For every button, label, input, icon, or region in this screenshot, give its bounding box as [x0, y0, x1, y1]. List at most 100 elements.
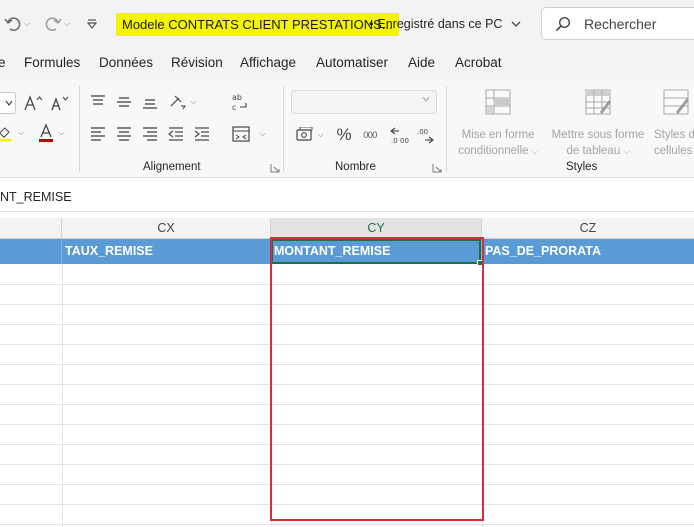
search-icon — [555, 16, 571, 32]
chevron-down-icon: ⌵ — [17, 128, 24, 137]
spreadsheet-grid: CX CY CZ TAUX_REMISE MONTANT_REMISE PAS_… — [0, 218, 694, 527]
decrease-font-icon — [51, 96, 69, 111]
search-input[interactable] — [584, 14, 694, 34]
increase-decimal-button[interactable]: .0 00 — [388, 124, 410, 146]
wrap-text-icon: abc — [232, 93, 247, 112]
column-header-cy[interactable]: CY — [271, 218, 482, 239]
title-bar: ⌵ ⌵ Modele CONTRATS CLIENT PRESTATIONS..… — [0, 0, 694, 48]
decrease-font-button[interactable] — [48, 92, 70, 114]
tab-aide[interactable]: Aide — [408, 55, 435, 70]
customize-quick-access-button[interactable] — [86, 14, 98, 34]
column-header-cx[interactable]: CX — [62, 218, 271, 239]
tab-donnees[interactable]: Données — [99, 55, 153, 70]
conditional-formatting-button[interactable]: Mise en forme conditionnelle ⌵ — [454, 88, 542, 160]
formula-bar: NT_REMISE — [0, 184, 694, 212]
conditional-formatting-icon — [485, 89, 511, 115]
save-status[interactable]: • Enregistré dans ce PC — [369, 14, 521, 34]
ribbon-separator — [79, 86, 80, 172]
increase-indent-button[interactable] — [192, 124, 212, 144]
ribbon-separator — [446, 86, 447, 172]
label-line: Styles de — [654, 129, 694, 141]
header-cell-partial[interactable] — [0, 239, 62, 264]
dialog-launcher-icon[interactable] — [270, 163, 280, 173]
text-orientation-icon — [171, 95, 187, 110]
customize-toolbar-icon — [86, 19, 98, 29]
chevron-down-icon: ⌵ — [58, 128, 65, 137]
redo-button[interactable]: ⌵ — [44, 14, 70, 34]
number-format-dropdown[interactable] — [291, 90, 437, 114]
header-cell-pas-de-prorata[interactable]: PAS_DE_PRORATA — [482, 239, 694, 264]
tab-formules[interactable]: Formules — [24, 55, 80, 70]
grid-row-line — [0, 284, 694, 285]
conditional-formatting-label: Mise en forme conditionnelle ⌵ — [454, 127, 542, 160]
increase-font-button[interactable] — [22, 92, 44, 114]
font-color-icon — [39, 123, 54, 142]
tab-partial[interactable]: e — [0, 55, 6, 70]
tab-acrobat[interactable]: Acrobat — [455, 55, 502, 70]
column-header-cz[interactable]: CZ — [482, 218, 694, 239]
align-bottom-button[interactable] — [140, 92, 160, 112]
tab-automatiser[interactable]: Automatiser — [316, 55, 388, 70]
search-box[interactable] — [541, 7, 694, 40]
increase-font-icon — [24, 95, 43, 111]
header-cell-taux-remise[interactable]: TAUX_REMISE — [62, 239, 271, 264]
name-box[interactable]: NT_REMISE — [0, 190, 72, 204]
fill-color-button[interactable]: ⌵ — [0, 122, 24, 144]
group-label-alignment: Alignement — [143, 161, 201, 173]
save-status-label: Enregistré dans ce PC — [377, 17, 503, 31]
table-header-row: TAUX_REMISE MONTANT_REMISE PAS_DE_PRORAT… — [0, 239, 694, 264]
svg-text:.00: .00 — [417, 128, 428, 136]
grid-row-line — [0, 364, 694, 365]
svg-text:.0: .0 — [391, 137, 398, 144]
fill-handle[interactable] — [477, 260, 483, 266]
chevron-down-icon — [5, 100, 13, 106]
decrease-decimal-button[interactable]: .00 — [414, 124, 436, 146]
label-line: Mise en forme — [461, 129, 535, 141]
align-top-icon — [91, 95, 105, 105]
label-line: Mettre sous forme — [551, 129, 645, 141]
ribbon: ⌵ ⌵ ⌵ ab c ⌵ Alignement ⌵ % 000 .0 00 .0… — [0, 80, 694, 178]
cell-styles-button[interactable]: Styles de cellules — [652, 88, 694, 159]
column-header-partial[interactable] — [0, 218, 62, 239]
grid-row-line — [0, 304, 694, 305]
accounting-format-button[interactable]: ⌵ — [292, 124, 328, 146]
align-right-button[interactable] — [140, 124, 160, 144]
merge-cells-icon — [232, 126, 251, 142]
comma-style-button[interactable]: 000 — [359, 124, 381, 146]
document-title[interactable]: Modele CONTRATS CLIENT PRESTATIONS... — [116, 13, 399, 36]
align-middle-button[interactable] — [114, 92, 134, 112]
font-size-dropdown[interactable] — [0, 92, 16, 114]
ribbon-separator — [283, 86, 284, 172]
align-center-icon — [117, 127, 131, 141]
tab-revision[interactable]: Révision — [171, 55, 223, 70]
tab-affichage[interactable]: Affichage — [240, 55, 296, 70]
label-line: de tableau — [566, 145, 621, 157]
wrap-text-button[interactable]: ab c — [229, 90, 251, 114]
highlighted-column-outline — [270, 237, 484, 521]
grid-row-line — [0, 424, 694, 425]
increase-indent-icon — [194, 127, 209, 141]
percent-style-button[interactable]: % — [333, 124, 355, 146]
chevron-down-icon: ⌵ — [317, 130, 324, 139]
ribbon-tabs: e Formules Données Révision Affichage Au… — [0, 48, 694, 80]
align-right-icon — [143, 127, 157, 141]
format-as-table-button[interactable]: Mettre sous forme de tableau ⌵ — [548, 88, 648, 160]
decrease-decimal-icon: .00 — [417, 128, 434, 144]
merge-center-button[interactable]: ⌵ — [228, 124, 270, 144]
header-cell-montant-remise[interactable]: MONTANT_REMISE — [271, 239, 482, 264]
align-center-button[interactable] — [114, 124, 134, 144]
font-color-button[interactable]: ⌵ — [34, 122, 68, 144]
grid-row-line — [0, 524, 694, 525]
orientation-button[interactable]: ⌵ — [166, 92, 200, 112]
increase-decimal-icon: .0 00 — [390, 127, 409, 144]
grid-row-line — [0, 484, 694, 485]
svg-text:c: c — [232, 103, 236, 112]
align-top-button[interactable] — [88, 92, 108, 112]
cell-styles-icon — [663, 89, 689, 115]
decrease-indent-button[interactable] — [166, 124, 186, 144]
chevron-down-icon: ⌵ — [531, 147, 538, 156]
chevron-down-icon: ⌵ — [64, 19, 71, 28]
dialog-launcher-icon[interactable] — [432, 163, 442, 173]
align-left-button[interactable] — [88, 124, 108, 144]
undo-button[interactable]: ⌵ — [4, 14, 30, 34]
